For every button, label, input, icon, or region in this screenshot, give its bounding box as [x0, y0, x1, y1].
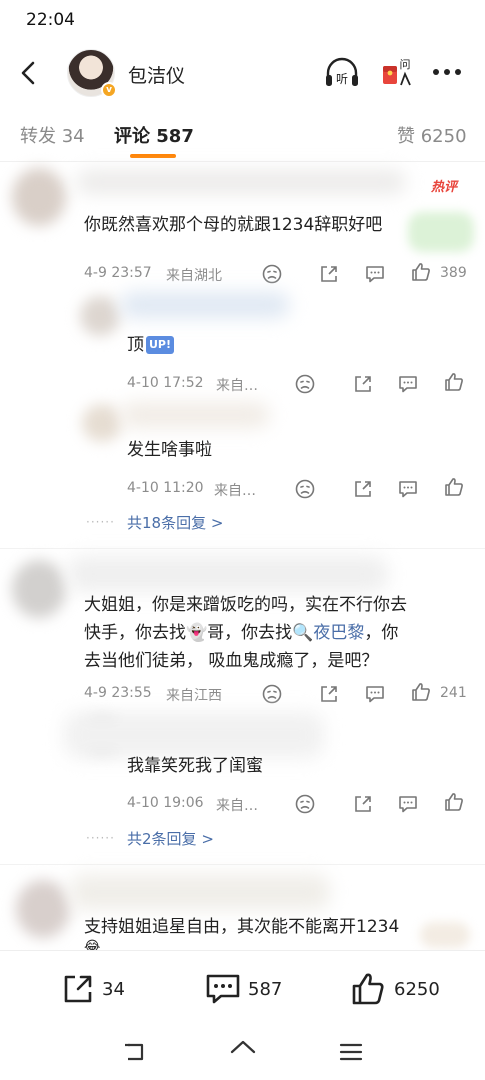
reply-text: 顶 UP!: [127, 331, 175, 359]
tab-likes[interactable]: 赞 6250: [397, 122, 467, 148]
comment-sticker-decoration: [420, 922, 470, 948]
share-icon[interactable]: [352, 373, 374, 395]
back-button[interactable]: [14, 56, 44, 90]
page-title[interactable]: 包洁仪: [128, 61, 185, 88]
reply-icon[interactable]: [397, 373, 419, 395]
share-icon: [64, 975, 92, 1003]
reply-icon[interactable]: [397, 478, 419, 500]
like-thumb-icon[interactable]: [443, 791, 465, 813]
comment-bubble-icon: [206, 974, 240, 1004]
like-button[interactable]: 6250: [350, 971, 450, 1007]
commenter-avatar-blurred[interactable]: [12, 168, 66, 226]
replies-dots-divider: ······: [86, 831, 115, 845]
tab-comments[interactable]: 评论 587: [114, 122, 194, 148]
tab-bar: 转发 34 评论 587 赞 6250: [0, 104, 485, 162]
nav-header: v 包洁仪 听 问: [0, 42, 485, 104]
system-back-icon[interactable]: [122, 1040, 148, 1064]
system-navigation-bar: [0, 1026, 485, 1080]
hot-comment-badge: 热评: [431, 180, 458, 195]
headphones-icon: 听: [326, 57, 358, 86]
reply-name-blurred[interactable]: [120, 292, 290, 318]
repost-button[interactable]: 34: [60, 971, 140, 1007]
reply-time: 4-10 11:20: [127, 480, 204, 496]
comment-text-line1: 大姐姐，你是来蹭饭吃的吗，实在不行你去: [84, 595, 407, 615]
up-badge: UP!: [146, 336, 175, 354]
status-time: 22:04: [26, 10, 75, 30]
listen-label: 听: [336, 72, 348, 86]
reply-location: 来自…: [216, 378, 258, 394]
comment-text: 你既然喜欢那个母的就跟1234辞职好吧: [84, 215, 383, 235]
share-icon[interactable]: [318, 683, 340, 705]
reply-time: 4-10 19:06: [127, 795, 204, 811]
ask-label: 问: [400, 58, 411, 71]
like-count: 241: [440, 685, 467, 701]
dislike-face-icon[interactable]: [294, 373, 316, 395]
reply-icon[interactable]: [397, 793, 419, 815]
tab-reposts[interactable]: 转发 34: [20, 122, 85, 148]
comment-button[interactable]: 587: [204, 971, 294, 1007]
dislike-face-icon[interactable]: [261, 263, 283, 285]
share-icon[interactable]: [352, 478, 374, 500]
repost-count: 34: [102, 979, 125, 1000]
dislike-face-icon[interactable]: [261, 683, 283, 705]
comment-location: 来自湖北: [166, 268, 222, 284]
commenter-name-blurred[interactable]: [70, 874, 330, 910]
share-icon[interactable]: [352, 793, 374, 815]
comment-text-line3: 去当他们徒弟， 吸血鬼成瘾了，是吧？: [84, 651, 379, 671]
reply-name-blurred[interactable]: [120, 402, 270, 428]
commenter-name-blurred[interactable]: [76, 170, 406, 194]
red-envelope-ask-icon: 问: [383, 58, 411, 86]
verified-badge-icon: v: [101, 82, 117, 98]
more-button[interactable]: [430, 60, 466, 88]
reply-avatar-blurred[interactable]: [82, 404, 122, 442]
comment-time: 4-9 23:55: [84, 685, 152, 701]
like-thumb-icon[interactable]: [443, 476, 465, 498]
comment-text: 支持姐姐追星自由，其次能不能离开1234: [84, 917, 400, 937]
comment-divider: [0, 548, 485, 549]
more-replies-link[interactable]: 共18条回复 >: [127, 512, 223, 533]
commenter-avatar-blurred[interactable]: [16, 880, 70, 938]
like-thumb-icon[interactable]: [410, 681, 432, 703]
comment-time: 4-9 23:57: [84, 265, 152, 281]
reply-avatar-blurred[interactable]: [80, 296, 120, 336]
comment-location: 来自江西: [166, 688, 222, 704]
reply-icon[interactable]: [364, 683, 386, 705]
author-avatar[interactable]: v: [67, 49, 117, 98]
reply-icon[interactable]: [364, 263, 386, 285]
ask-button[interactable]: 问: [381, 54, 417, 94]
commenter-avatar-blurred[interactable]: [12, 560, 66, 618]
dislike-face-icon[interactable]: [294, 478, 316, 500]
reply-text: 我靠笑死我了闺蜜: [127, 756, 263, 776]
like-thumb-icon: [352, 973, 384, 1005]
like-thumb-icon[interactable]: [410, 261, 432, 283]
more-replies-link[interactable]: 共2条回复 >: [127, 828, 214, 849]
dislike-face-icon[interactable]: [294, 793, 316, 815]
reply-location: 来自…: [216, 798, 258, 814]
listen-button[interactable]: 听: [323, 56, 361, 94]
search-icon: 🔍: [292, 623, 314, 643]
like-count: 389: [440, 265, 467, 281]
reply-text: 发生啥事啦: [127, 440, 212, 460]
tab-active-indicator: [130, 154, 176, 158]
comment-count: 587: [248, 979, 283, 1000]
like-count: 6250: [394, 979, 440, 1000]
share-icon[interactable]: [318, 263, 340, 285]
system-home-icon[interactable]: [229, 1038, 257, 1064]
status-bar: 22:04: [0, 0, 485, 42]
chevron-left-icon: [21, 61, 35, 85]
reply-time: 4-10 17:52: [127, 375, 204, 391]
bottom-action-bar: 34 587 6250: [0, 950, 485, 1026]
search-topic-link[interactable]: 🔍夜巴黎: [292, 623, 364, 643]
reply-location: 来自…: [214, 483, 256, 499]
like-thumb-icon[interactable]: [443, 371, 465, 393]
system-menu-icon[interactable]: [338, 1040, 364, 1064]
emoji-icon: 😂: [84, 939, 100, 950]
comment-text-line2: 快手，你去找👻哥，你去找🔍夜巴黎，你: [84, 623, 399, 643]
more-dots-icon: [433, 69, 461, 75]
comment-divider: [0, 864, 485, 865]
comment-sticker-decoration: [408, 212, 474, 252]
commenter-name-blurred[interactable]: [68, 556, 388, 592]
ghost-emoji-icon: 👻: [186, 623, 208, 643]
replies-dots-divider: ······: [86, 515, 115, 529]
